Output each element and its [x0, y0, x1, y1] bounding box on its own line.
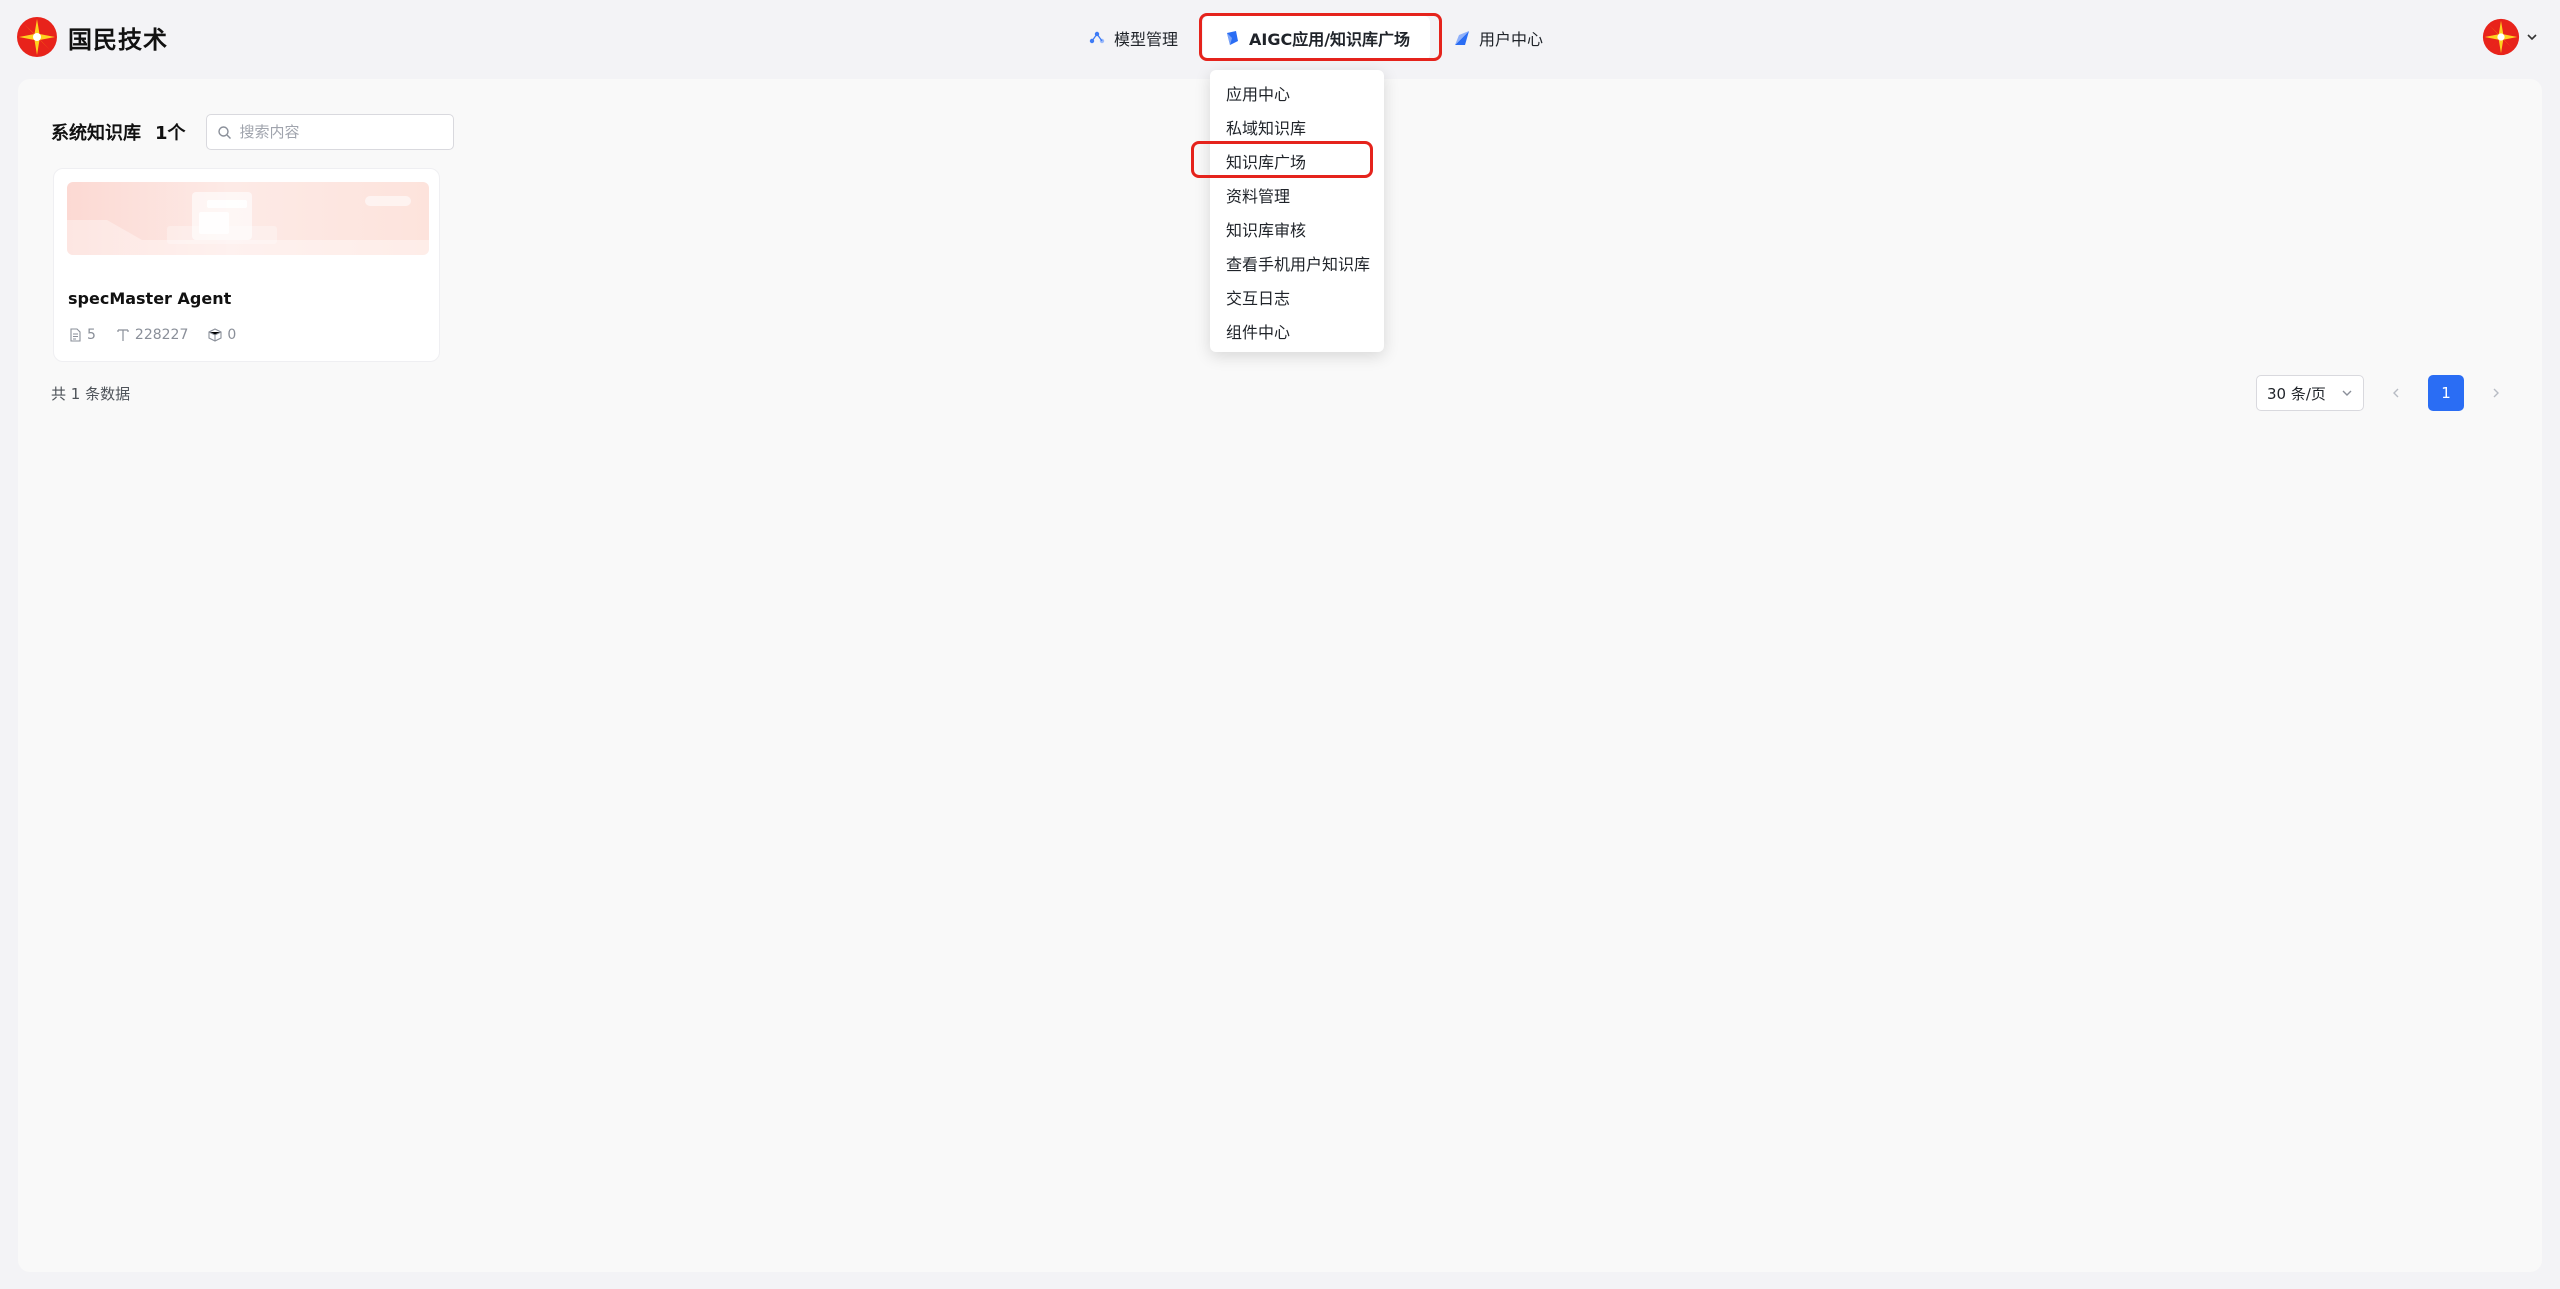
char-count: 228227: [134, 327, 189, 343]
chevron-down-icon: [2527, 34, 2537, 41]
nav-aigc-knowledge-square[interactable]: AIGC应用/知识库广场: [1203, 16, 1431, 60]
search-icon: [217, 125, 231, 139]
user-avatar-menu[interactable]: [2482, 18, 2538, 56]
toolbar: 系统知识库 1个: [51, 114, 454, 150]
menu-item-app-center[interactable]: 应用中心: [1210, 78, 1384, 112]
cube-icon: [208, 328, 222, 342]
doc-count: 5: [87, 327, 96, 343]
menu-item-private-knowledge[interactable]: 私域知识库: [1210, 112, 1384, 146]
model-icon: [1089, 31, 1105, 44]
menu-item-mobile-user-knowledge[interactable]: 查看手机用户知识库: [1210, 248, 1384, 282]
top-header: 国民技术 模型管理 AIGC应用/知识库广场 用户中心: [0, 0, 2560, 78]
search-box[interactable]: [205, 114, 454, 150]
user-center-icon: [1455, 31, 1469, 45]
knowledge-count: 1个: [155, 123, 186, 144]
doc-count-stat: 5: [68, 327, 96, 343]
menu-item-knowledge-square[interactable]: 知识库广场: [1210, 146, 1384, 180]
search-input[interactable]: [239, 123, 440, 141]
brand-logo[interactable]: 国民技术: [16, 16, 168, 58]
nav-aigc-label: AIGC应用/知识库广场: [1249, 30, 1411, 49]
nav-model-management[interactable]: 模型管理: [1088, 16, 1178, 60]
total-count: 共 1 条数据: [51, 385, 131, 403]
hit-count-stat: 0: [208, 327, 236, 343]
hit-count: 0: [227, 327, 237, 343]
next-page-button[interactable]: [2478, 375, 2514, 411]
card-title: specMaster Agent: [68, 289, 232, 308]
menu-item-interaction-log[interactable]: 交互日志: [1210, 282, 1384, 316]
page-1-button[interactable]: 1: [2428, 375, 2464, 411]
menu-item-material-management[interactable]: 资料管理: [1210, 180, 1384, 214]
folder-illustration-icon: [67, 192, 429, 255]
document-icon: [70, 328, 81, 342]
page-size-value: 30 条/页: [2267, 384, 2326, 403]
menu-item-knowledge-review[interactable]: 知识库审核: [1210, 214, 1384, 248]
card-stats: 5 228227 0: [68, 327, 256, 343]
brand-name: 国民技术: [68, 25, 168, 54]
nav-user-label: 用户中心: [1479, 30, 1544, 49]
page-title: 系统知识库: [51, 123, 141, 144]
char-count-stat: 228227: [116, 327, 188, 343]
card-cover-image: [67, 182, 429, 255]
chevron-down-icon: [2342, 390, 2352, 396]
nav-model-label: 模型管理: [1114, 30, 1179, 49]
text-icon: [117, 329, 129, 341]
avatar: [2482, 18, 2520, 56]
menu-item-component-center[interactable]: 组件中心: [1210, 316, 1384, 350]
aigc-icon: [1227, 31, 1238, 45]
page-size-select[interactable]: 30 条/页: [2256, 375, 2364, 411]
pagination: 30 条/页 1: [2256, 375, 2514, 411]
chevron-left-icon: [2393, 388, 2399, 398]
brand-logo-icon: [17, 17, 57, 57]
prev-page-button[interactable]: [2378, 375, 2414, 411]
aigc-dropdown-menu: 应用中心 私域知识库 知识库广场 资料管理 知识库审核 查看手机用户知识库 交互…: [1210, 70, 1384, 352]
knowledge-card[interactable]: specMaster Agent 5 228227 0: [53, 168, 440, 362]
chevron-right-icon: [2493, 388, 2499, 398]
nav-user-center[interactable]: 用户中心: [1453, 16, 1543, 60]
